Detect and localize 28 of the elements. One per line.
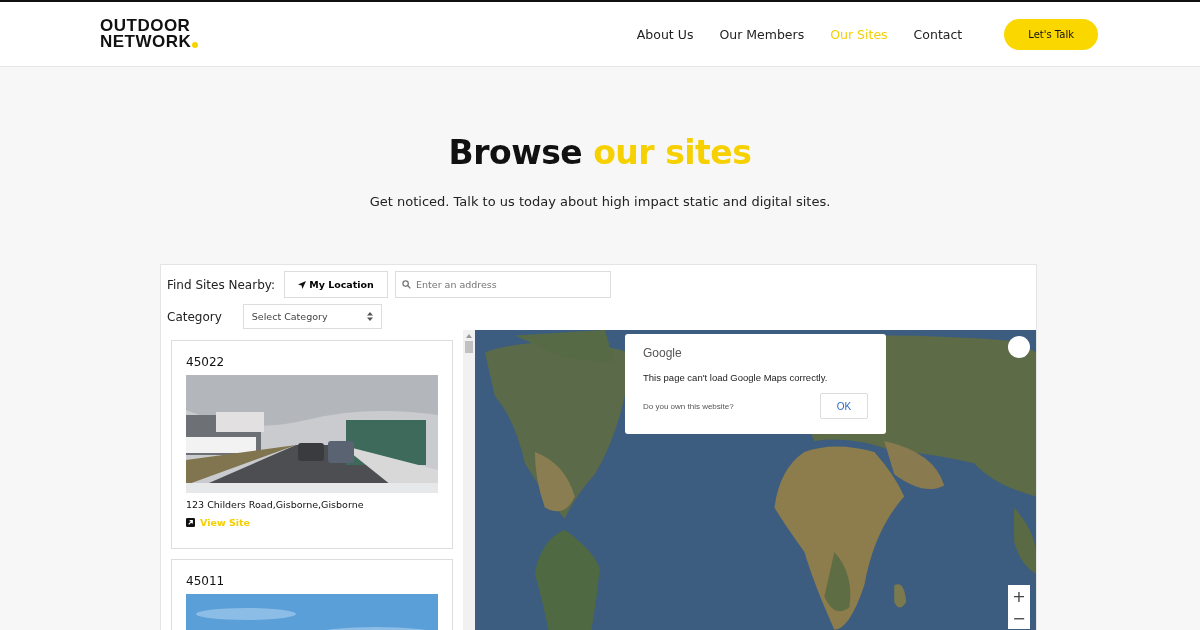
field-label: Category <box>167 309 222 324</box>
external-link-icon <box>186 518 195 527</box>
sort-caret-icon <box>366 312 373 321</box>
lets-talk-button[interactable]: Let's Talk <box>1004 18 1098 50</box>
location-arrow-icon <box>298 280 307 289</box>
dialog-message: This page can't load Google Maps correctly. <box>643 372 829 383</box>
my-location-button[interactable]: My Location <box>284 271 389 298</box>
page-title: Browse our sites <box>448 133 752 172</box>
nav-link[interactable]: Our Members <box>719 26 805 42</box>
select-value: Select Category <box>251 311 328 322</box>
field-label: Find Sites Nearby: <box>167 277 276 292</box>
logo-text: NETWORK <box>100 34 192 50</box>
site-id: 45011 <box>186 574 226 588</box>
site-id: 45022 <box>186 355 226 369</box>
site-address: 123 Childers Road,Gisborne,Gisborne <box>186 499 365 510</box>
subtitle: Get noticed. Talk to us today about high impact static and digital sites. <box>369 194 831 209</box>
scroll-up-icon[interactable] <box>466 334 472 338</box>
ok-button[interactable]: OK <box>820 393 868 419</box>
address-field[interactable]: Enter an address <box>395 271 612 298</box>
scrollbar[interactable] <box>463 330 475 630</box>
nav-link[interactable]: Contact <box>913 26 963 42</box>
category-select[interactable]: Select Category <box>242 304 382 329</box>
scrollbar-thumb[interactable] <box>465 341 473 353</box>
brand-name: Google <box>643 346 683 360</box>
nav-link[interactable]: About Us <box>636 26 694 42</box>
logo-text: OUTDOOR <box>100 18 192 34</box>
dialog-question: Do you own this website? <box>643 401 734 411</box>
logo-dot-icon <box>192 42 199 48</box>
